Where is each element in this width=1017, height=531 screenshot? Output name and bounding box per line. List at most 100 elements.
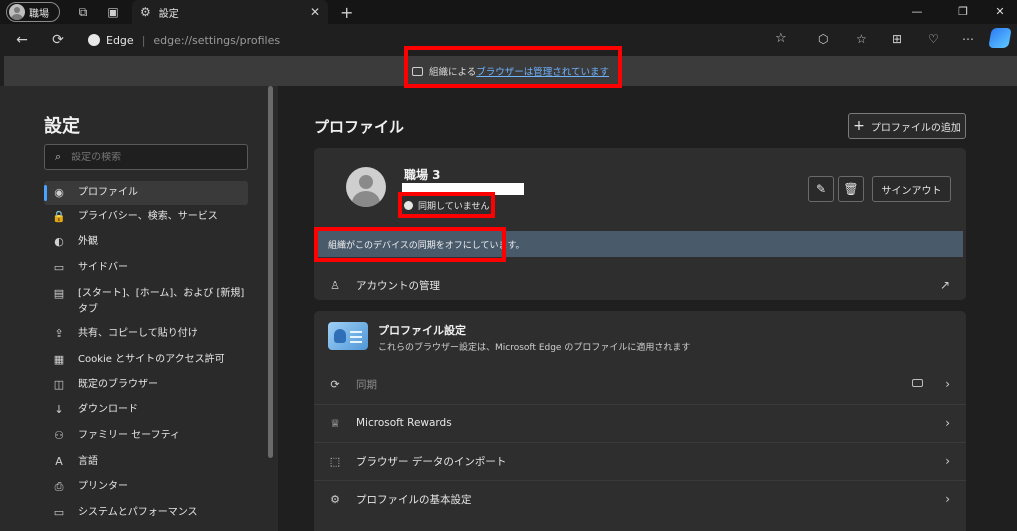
chevron-right-icon: › — [945, 416, 950, 430]
profile-button[interactable]: 職場 — [6, 2, 60, 22]
sidebar-item-profile[interactable]: ◉ プロファイル — [44, 181, 248, 205]
sidebar-icon: ▭ — [53, 261, 65, 274]
sidebar-item-download[interactable]: ↓ ダウンロード — [44, 400, 248, 420]
cookie-icon: ▦ — [53, 353, 65, 366]
sidebar-item-label: サイドバー — [78, 262, 128, 273]
tab-settings[interactable]: ⚙ 設定 ✕ — [132, 0, 328, 24]
external-link-icon: ↗ — [939, 278, 950, 292]
sidebar-item-appearance[interactable]: ◐ 外観 — [44, 232, 248, 252]
avatar-icon — [9, 4, 25, 20]
sidebar-item-label: 外観 — [78, 236, 98, 247]
appearance-icon: ◐ — [54, 235, 64, 248]
gear-icon: ⚙ — [140, 5, 151, 19]
back-icon[interactable]: ← — [10, 32, 34, 48]
system-icon: ▭ — [53, 506, 65, 519]
browser-essentials-icon[interactable]: ♡ — [928, 32, 939, 46]
download-icon: ↓ — [54, 403, 64, 416]
settings-search[interactable]: ⌕ — [44, 144, 248, 170]
sync-icon: ⟳ — [330, 377, 340, 391]
sidebar-item-sidebar[interactable]: ▭ サイドバー — [44, 258, 248, 278]
language-icon: A — [55, 455, 63, 468]
pencil-icon: ✎ — [815, 182, 827, 196]
sidebar-title: 設定 — [44, 116, 80, 137]
family-icon: ⚇ — [54, 429, 64, 442]
profile-name: 職場 3 — [404, 168, 441, 182]
edge-logo-icon — [88, 34, 100, 46]
row-label: 同期 — [356, 378, 377, 391]
minimize-button[interactable]: — — [897, 0, 937, 24]
sidebar-item-label: プリンター — [78, 481, 128, 492]
highlight-sync-status — [398, 192, 495, 218]
sidebar-item-system[interactable]: ▭ システムとパフォーマンス — [44, 503, 248, 523]
chevron-right-icon: › — [945, 454, 950, 468]
sidebar-item-lock[interactable]: 🔒 プライバシー、検索、サービス — [44, 207, 248, 227]
row-label: ブラウザー データのインポート — [356, 455, 507, 468]
plus-icon: + — [853, 118, 865, 134]
sidebar-item-label: ファミリー セーフティ — [78, 430, 180, 441]
share-icon: ⇪ — [54, 327, 64, 340]
signout-button[interactable]: サインアウト — [872, 176, 951, 202]
person-icon: ♙ — [330, 278, 340, 292]
rewards-icon: ♕ — [330, 416, 340, 430]
sidebar-item-default-browser[interactable]: ◫ 既定のブラウザー — [44, 375, 248, 395]
add-profile-button[interactable]: + プロファイルの追加 — [848, 113, 966, 139]
omnibox-separator: | — [141, 33, 146, 47]
trash-icon: 🗑 — [843, 182, 859, 196]
search-icon: ⌕ — [55, 150, 62, 163]
sidebar-item-cookie[interactable]: ▦ Cookie とサイトのアクセス許可 — [44, 350, 248, 370]
import-icon: ⬚ — [329, 454, 341, 468]
more-menu-icon[interactable]: ⋯ — [962, 32, 974, 46]
refresh-icon[interactable]: ⟳ — [46, 32, 70, 48]
row-import[interactable]: ⬚ ブラウザー データのインポート › — [314, 442, 966, 480]
sidebar-item-family[interactable]: ⚇ ファミリー セーフティ — [44, 426, 248, 446]
tab-title: 設定 — [158, 8, 179, 20]
profile-avatar — [346, 167, 386, 207]
profile-settings-description: これらのブラウザー設定は、Microsoft Edge のプロファイルに適用され… — [378, 343, 691, 353]
omnibox-url[interactable]: edge://settings/profiles — [153, 34, 280, 47]
sidebar-item-printer[interactable]: ⎙ プリンター — [44, 477, 248, 497]
page-title: プロファイル — [314, 118, 405, 136]
copilot-icon[interactable] — [988, 28, 1012, 48]
sidebar-item-share[interactable]: ⇪ 共有、コピーして貼り付け — [44, 324, 248, 344]
sidebar-item-label: プロファイル — [78, 187, 138, 198]
chevron-right-icon: › — [945, 377, 950, 391]
highlight-managed-banner — [404, 46, 622, 88]
favorites-icon[interactable]: ☆ — [856, 32, 867, 46]
sidebar-item-home-tabs[interactable]: ▤ [スタート]、[ホーム]、および [新規] タブ — [44, 284, 248, 320]
manage-account-label: アカウントの管理 — [356, 279, 440, 292]
close-tab-icon[interactable]: ✕ — [310, 5, 320, 19]
highlight-sync-notice — [314, 227, 506, 262]
sidebar-item-label: 既定のブラウザー — [78, 379, 158, 390]
sidebar-item-label: システムとパフォーマンス — [78, 507, 198, 518]
new-tab-button[interactable]: + — [340, 3, 353, 22]
tab-bar: 職場 ⧉ ▣ ⚙ 設定 ✕ + — ❐ ✕ — [0, 0, 1017, 24]
profile-button-label: 職場 — [29, 8, 49, 20]
favorite-star-icon[interactable]: ☆ — [775, 31, 787, 46]
search-input[interactable] — [71, 151, 222, 163]
collections-icon[interactable]: ⊞ — [892, 32, 902, 46]
edit-profile-button[interactable]: ✎ — [808, 176, 834, 202]
restore-button[interactable]: ❐ — [943, 0, 983, 24]
profile-icon: ◉ — [54, 186, 64, 199]
lock-icon — [912, 379, 923, 387]
printer-icon: ⎙ — [54, 480, 64, 493]
tab-actions-icon[interactable]: ▣ — [106, 5, 120, 19]
lock-icon: 🔒 — [52, 210, 66, 223]
workspaces-icon[interactable]: ⧉ — [76, 5, 90, 19]
profile-settings-icon — [328, 322, 368, 350]
delete-profile-button[interactable]: 🗑 — [838, 176, 864, 202]
chevron-right-icon: › — [945, 492, 950, 506]
row-label: プロファイルの基本設定 — [356, 493, 472, 506]
manage-account-row[interactable]: ♙ アカウントの管理 ↗ — [314, 266, 966, 304]
close-window-button[interactable]: ✕ — [980, 0, 1017, 24]
sidebar-scrollbar[interactable] — [268, 86, 273, 458]
extensions-icon[interactable]: ⬡ — [818, 32, 828, 46]
row-rewards[interactable]: ♕ Microsoft Rewards › — [314, 404, 966, 442]
sidebar-item-label: Cookie とサイトのアクセス許可 — [78, 354, 225, 365]
sidebar-item-language[interactable]: A 言語 — [44, 452, 248, 472]
sidebar-item-label: 言語 — [78, 456, 98, 467]
row-profile-preferences[interactable]: ⚙ プロファイルの基本設定 › — [314, 480, 966, 518]
sidebar-item-label: [スタート]、[ホーム]、および [新規] タブ — [78, 288, 245, 315]
sidebar-item-label: ダウンロード — [78, 404, 138, 415]
sidebar-item-label: 共有、コピーして貼り付け — [78, 328, 198, 339]
